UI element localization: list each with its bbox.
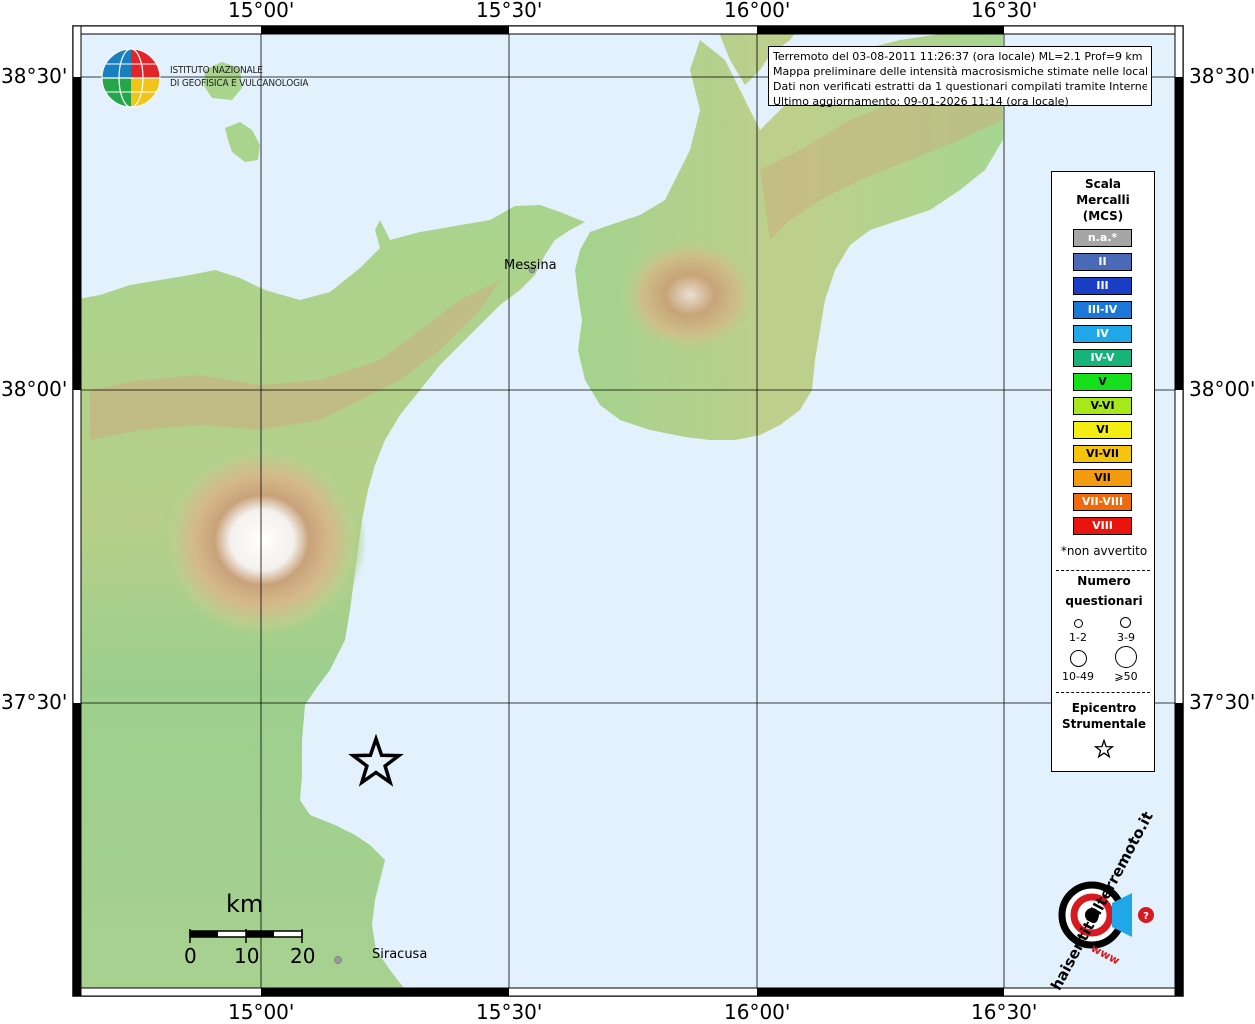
siracusa-marker xyxy=(334,956,342,964)
count-circle-xlarge xyxy=(1115,646,1137,668)
mcs-swatch-9: VI-VII xyxy=(1073,445,1132,463)
legend-separator-2 xyxy=(1056,692,1150,693)
mcs-swatch-8: VI xyxy=(1073,421,1132,439)
lat-label-right-1: 38°30' xyxy=(1189,64,1255,88)
count-label-3: 10-49 xyxy=(1062,670,1094,683)
count-title-2: questionari xyxy=(1065,594,1143,608)
lon-label-top-4: 16°30' xyxy=(971,0,1038,22)
aspromonte-mountains xyxy=(620,237,760,353)
lon-label-top-3: 16°00' xyxy=(724,0,791,22)
ingv-line1: ISTITUTO NAZIONALE xyxy=(170,65,263,76)
mcs-swatch-0: n.a.* xyxy=(1073,229,1132,247)
count-label-4: ⩾50 xyxy=(1114,670,1138,683)
lat-label-right-3: 37°30' xyxy=(1189,690,1255,714)
mcs-swatch-5: IV-V xyxy=(1073,349,1132,367)
lon-label-top-1: 15°00' xyxy=(228,0,295,22)
scale-tick-20: 20 xyxy=(290,944,316,968)
mcs-swatch-12: VIII xyxy=(1073,517,1132,535)
count-circle-small xyxy=(1074,619,1083,628)
place-messina: Messina xyxy=(504,258,557,273)
info-line-2: Mappa preliminare delle intensità macros… xyxy=(773,65,1147,78)
legend-title-2: Mercalli xyxy=(1076,193,1130,207)
lat-label-right-2: 38°00' xyxy=(1189,377,1255,401)
scale-tick-0: 0 xyxy=(184,944,197,968)
lon-label-bottom-2: 15°30' xyxy=(476,1000,543,1024)
info-line-4: Ultimo aggiornamento: 09-01-2026 11:14 (… xyxy=(773,95,1069,108)
epi-title-1: Epicentro xyxy=(1071,701,1137,715)
count-circle-medium xyxy=(1120,617,1131,628)
scale-unit: km xyxy=(226,890,264,918)
epi-title-2: Strumentale xyxy=(1061,717,1147,731)
count-label-2: 3-9 xyxy=(1117,631,1135,644)
mcs-swatch-6: V xyxy=(1073,373,1132,391)
legend-title-3: (MCS) xyxy=(1082,209,1124,223)
mcs-swatch-3: III-IV xyxy=(1073,301,1132,319)
ingv-line2: DI GEOFISICA E VULCANOLOGIA xyxy=(170,78,309,89)
info-line-3: Dati non verificati estratti da 1 questi… xyxy=(773,80,1147,93)
etna-volcano xyxy=(157,440,367,640)
lon-label-bottom-1: 15°00' xyxy=(228,1000,295,1024)
count-title-1: Numero xyxy=(1077,574,1131,588)
epicenter-legend-star-icon xyxy=(1094,739,1114,759)
legend-separator-1 xyxy=(1056,570,1150,571)
legend-note: *non avvertito xyxy=(1060,544,1148,558)
mcs-swatch-10: VII xyxy=(1073,469,1132,487)
ingv-globe-icon xyxy=(101,48,161,108)
ingv-logo-text: ISTITUTO NAZIONALE DI GEOFISICA E VULCAN… xyxy=(170,64,309,90)
lat-label-left-1: 38°30' xyxy=(1,64,68,88)
mcs-swatch-11: VII-VIII xyxy=(1073,493,1132,511)
lon-label-bottom-4: 16°30' xyxy=(971,1000,1038,1024)
lat-label-left-2: 38°00' xyxy=(1,377,68,401)
legend-title-1: Scala xyxy=(1084,177,1122,191)
count-circle-large xyxy=(1070,650,1087,667)
info-line-1: Terremoto del 03-08-2011 11:26:37 (ora l… xyxy=(773,50,1143,63)
mcs-swatch-2: III xyxy=(1073,277,1132,295)
lon-label-top-2: 15°30' xyxy=(476,0,543,22)
mcs-legend: Scala Mercalli (MCS) n.a.* II III III-IV IV I… xyxy=(1051,171,1155,772)
mcs-swatch-7: V-VI xyxy=(1073,397,1132,415)
scale-tick-10: 10 xyxy=(234,944,260,968)
place-siracusa: Siracusa xyxy=(372,947,428,962)
mcs-swatch-1: II xyxy=(1073,253,1132,271)
count-label-1: 1-2 xyxy=(1069,631,1087,644)
event-info-box: Terremoto del 03-08-2011 11:26:37 (ora l… xyxy=(768,46,1152,108)
svg-text:?: ? xyxy=(1143,911,1149,922)
lat-label-left-3: 37°30' xyxy=(1,690,68,714)
lon-label-bottom-3: 16°00' xyxy=(724,1000,791,1024)
mcs-swatch-4: IV xyxy=(1073,325,1132,343)
